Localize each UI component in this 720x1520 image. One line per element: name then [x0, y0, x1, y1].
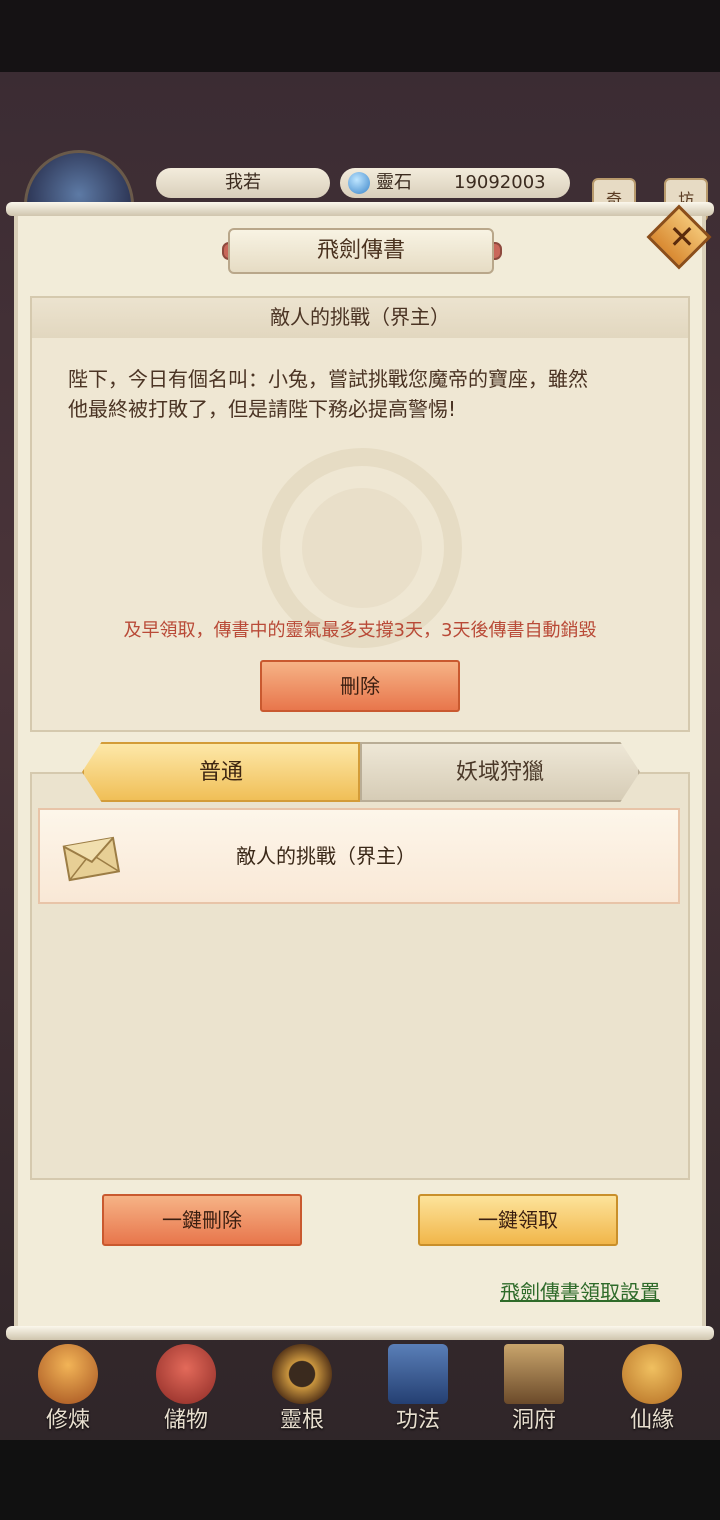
expiry-warning: 及早領取，傳書中的靈氣最多支撐3天，3天後傳書自動銷毀: [123, 620, 597, 641]
currency-display: 靈石 19092003: [340, 168, 570, 198]
nav-label: 洞府: [511, 1408, 556, 1433]
nav-cave[interactable]: 洞府: [474, 1340, 594, 1436]
nav-technique[interactable]: 功法: [358, 1340, 478, 1436]
nav-label: 靈根: [279, 1408, 324, 1433]
book-icon: [388, 1344, 448, 1404]
scroll-rod-top: [6, 202, 714, 216]
tab-normal[interactable]: 普通: [82, 742, 360, 802]
monk-icon: [38, 1344, 98, 1404]
currency-value: 19092003: [454, 172, 546, 193]
nav-label: 功法: [395, 1408, 440, 1433]
spirit-stone-icon: [348, 172, 370, 194]
mail-body-line: 陛下，今日有個名叫：小兔，嘗試挑戰您魔帝的寶座，雖然: [68, 367, 588, 391]
delete-button[interactable]: 刪除: [260, 660, 460, 712]
claim-settings-link[interactable]: 飛劍傳書領取設置: [500, 1276, 660, 1305]
nav-fate[interactable]: 仙緣: [592, 1340, 712, 1436]
list-item-subject: 敵人的挑戰（界主）: [236, 844, 416, 868]
delete-all-button[interactable]: 一鍵刪除: [102, 1194, 302, 1246]
status-bar: [0, 0, 720, 72]
nav-label: 仙緣: [629, 1408, 674, 1433]
list-item[interactable]: 敵人的挑戰（界主）: [38, 808, 680, 904]
envelope-icon: [62, 836, 121, 882]
claim-all-button[interactable]: 一鍵領取: [418, 1194, 618, 1246]
gourd-icon: [622, 1344, 682, 1404]
nav-label: 修煉: [45, 1408, 90, 1433]
bag-icon: [156, 1344, 216, 1404]
mail-body: 陛下，今日有個名叫：小兔，嘗試挑戰您魔帝的寶座，雖然 他最終被打敗了，但是請陛下…: [68, 364, 662, 424]
tab-demon-hunt[interactable]: 妖域狩獵: [360, 742, 640, 802]
gate-icon: [504, 1344, 564, 1404]
spiral-icon: [272, 1344, 332, 1404]
mail-body-line: 他最終被打敗了，但是請陛下務必提高警惕!: [68, 397, 457, 421]
close-icon[interactable]: ✕: [656, 214, 708, 260]
scroll-rod-bottom: [6, 1326, 714, 1340]
cloud-emblem-center: [302, 488, 422, 608]
nav-label: 儲物: [163, 1408, 208, 1433]
nav-cultivate[interactable]: 修煉: [8, 1340, 128, 1436]
player-name: 我若: [156, 168, 330, 198]
mail-subject: 敵人的挑戰（界主）: [32, 298, 688, 338]
modal-title: 飛劍傳書: [228, 228, 494, 274]
nav-spirit-root[interactable]: 靈根: [242, 1340, 362, 1436]
system-nav-bar: [0, 1440, 720, 1520]
currency-label: 靈石: [376, 172, 412, 193]
nav-storage[interactable]: 儲物: [126, 1340, 246, 1436]
